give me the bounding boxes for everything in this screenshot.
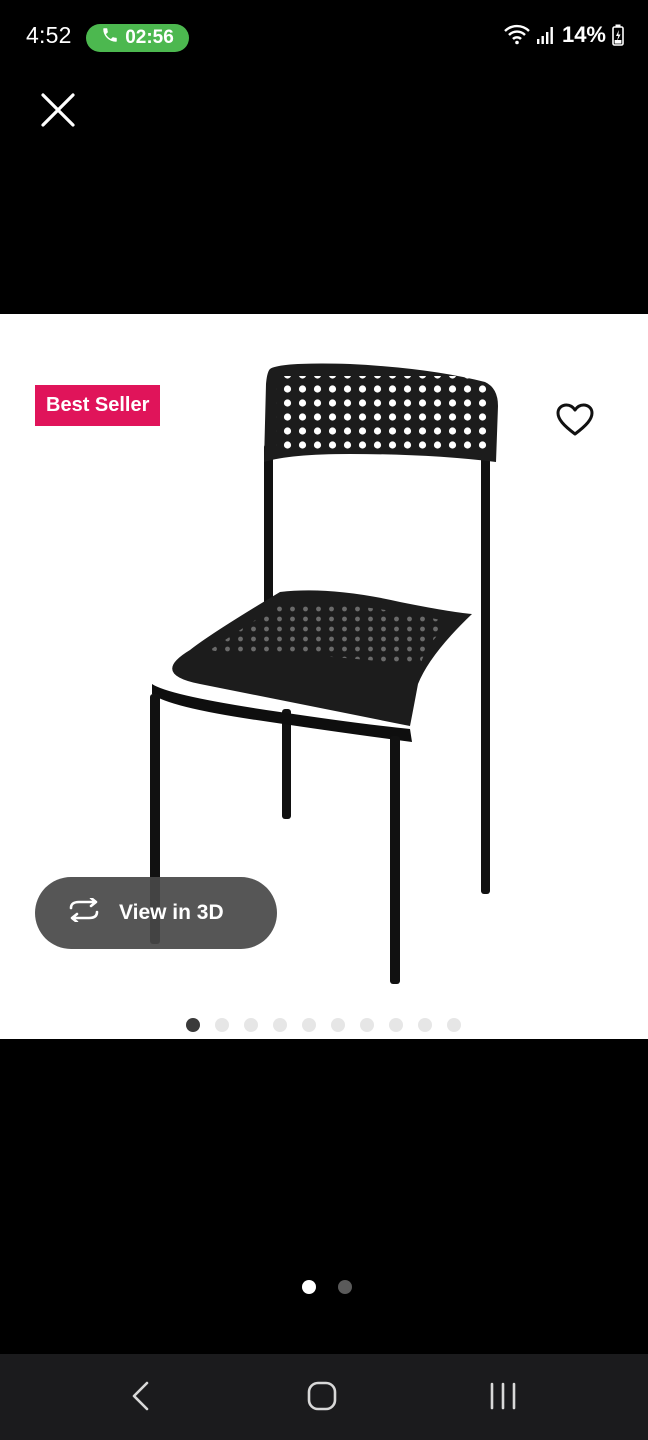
image-carousel-indicator	[186, 1018, 461, 1032]
carousel-dot[interactable]	[244, 1018, 258, 1032]
wifi-icon	[504, 24, 530, 46]
close-icon	[41, 92, 75, 132]
view-in-3d-label: View in 3D	[119, 901, 224, 924]
heart-outline-icon	[555, 403, 595, 442]
battery-percent: 14%	[561, 22, 606, 47]
carousel-dot[interactable]	[418, 1018, 432, 1032]
back-icon	[129, 1380, 153, 1417]
product-image-panel[interactable]: Best Seller View in 3D	[0, 314, 648, 1039]
home-icon	[307, 1381, 337, 1416]
recents-button[interactable]	[481, 1376, 525, 1420]
status-time: 4:52	[26, 22, 72, 48]
carousel-dot[interactable]	[186, 1018, 200, 1032]
carousel-dot[interactable]	[389, 1018, 403, 1032]
phone-icon	[101, 26, 119, 50]
status-right-group: 14%	[504, 22, 624, 48]
battery-charging-icon	[612, 24, 624, 46]
carousel-dot[interactable]	[360, 1018, 374, 1032]
carousel-dot[interactable]	[273, 1018, 287, 1032]
view-in-3d-button[interactable]: View in 3D	[35, 877, 277, 949]
carousel-dot[interactable]	[331, 1018, 345, 1032]
product-image-viewer: 4:52 02:56 14% Best Seller View in 3D	[0, 0, 648, 1440]
favorite-button[interactable]	[555, 402, 595, 438]
recents-icon	[488, 1382, 518, 1415]
page-dot[interactable]	[338, 1280, 352, 1294]
page-dot[interactable]	[302, 1280, 316, 1294]
home-button[interactable]	[300, 1376, 344, 1420]
carousel-dot[interactable]	[302, 1018, 316, 1032]
ongoing-call-pill[interactable]: 02:56	[86, 24, 189, 52]
back-button[interactable]	[119, 1376, 163, 1420]
close-button[interactable]	[36, 90, 80, 134]
rotate-icon	[35, 896, 119, 928]
carousel-dot[interactable]	[447, 1018, 461, 1032]
carousel-dot[interactable]	[215, 1018, 229, 1032]
page-indicator	[302, 1280, 352, 1294]
signal-icon	[536, 25, 556, 45]
system-navigation-bar	[0, 1354, 648, 1440]
status-bar: 4:52 02:56 14%	[0, 0, 648, 74]
call-timer: 02:56	[125, 27, 174, 48]
